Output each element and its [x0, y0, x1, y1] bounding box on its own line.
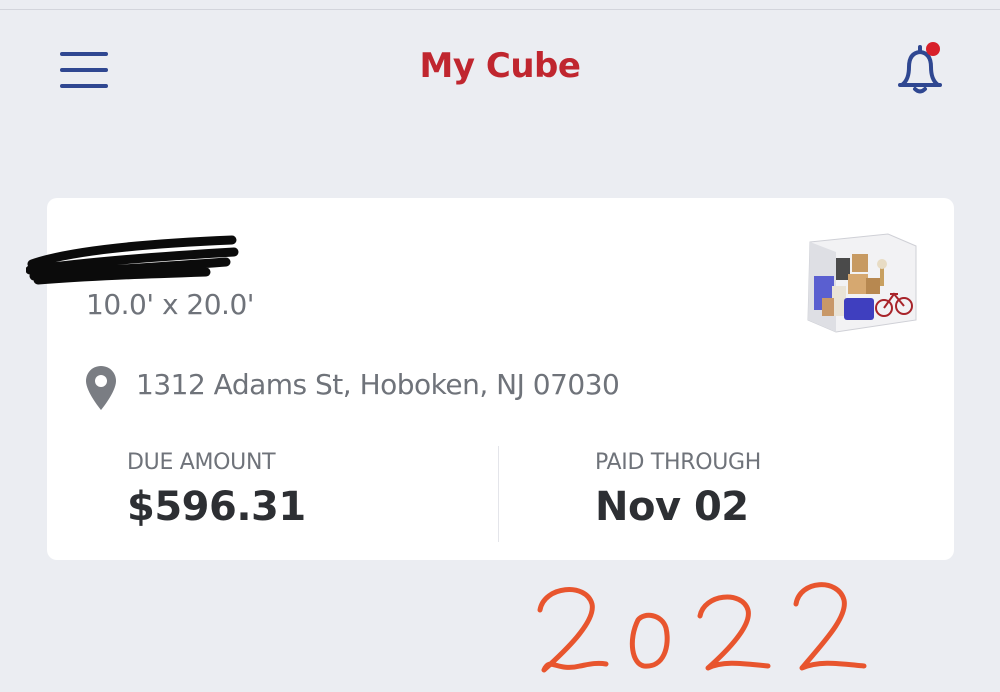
unit-size: 10.0' x 20.0': [86, 288, 254, 321]
paid-through-value: Nov 02: [595, 484, 749, 530]
unit-address: 1312 Adams St, Hoboken, NJ 07030: [136, 368, 620, 401]
redaction-scribble: [26, 235, 239, 285]
notification-dot: [926, 42, 940, 56]
bell-icon[interactable]: [890, 40, 950, 94]
map-pin-icon: [86, 366, 116, 410]
due-amount-label: DUE AMOUNT: [127, 450, 276, 475]
column-divider: [498, 446, 499, 542]
handwritten-annotation: [537, 582, 867, 673]
top-border: [0, 9, 1000, 10]
due-amount-value: $596.31: [127, 484, 306, 530]
storage-unit-image: [807, 233, 917, 333]
paid-through-label: PAID THROUGH: [595, 450, 762, 475]
page-title: My Cube: [419, 46, 581, 86]
hamburger-menu-icon[interactable]: [58, 50, 110, 90]
app-header: My Cube: [0, 30, 1000, 110]
